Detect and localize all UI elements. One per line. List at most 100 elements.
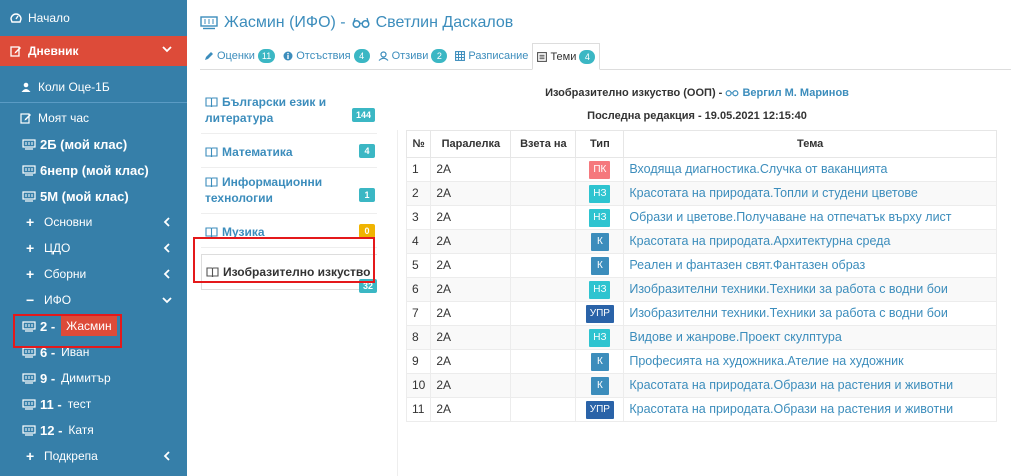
subject-teacher-link[interactable]: Вергил М. Маринов bbox=[742, 87, 848, 99]
dashboard-icon bbox=[10, 12, 28, 24]
sidebar-item-label: Основни bbox=[44, 215, 93, 229]
group-icon bbox=[22, 190, 40, 202]
sidebar-item-home[interactable]: Начало bbox=[0, 0, 187, 36]
row-type: НЗ bbox=[575, 277, 625, 302]
sidebar-item-group-ifo[interactable]: − ИФО bbox=[0, 287, 187, 313]
row-topic[interactable]: Красотата на природата.Образи на растени… bbox=[623, 397, 997, 422]
table-row[interactable]: 10 2А К Красотата на природата.Образи на ра… bbox=[405, 373, 997, 398]
row-type: ПК bbox=[575, 157, 625, 182]
student-number: 9 - bbox=[40, 370, 56, 386]
sidebar-divider bbox=[0, 102, 187, 103]
row-type: НЗ bbox=[575, 181, 625, 206]
subject-item-bulgarian[interactable]: Български език и литература 144 bbox=[201, 88, 377, 134]
row-number: 6 bbox=[405, 277, 432, 302]
sidebar-item-group-combined[interactable]: + Сборни bbox=[0, 261, 187, 287]
row-taken bbox=[510, 229, 577, 254]
book-icon bbox=[205, 147, 218, 158]
teacher-name[interactable]: Светлин Даскалов bbox=[376, 14, 514, 32]
row-class: 2А bbox=[430, 397, 512, 422]
sidebar-student-3[interactable]: 11 - тест bbox=[0, 391, 187, 417]
row-topic[interactable]: Изобразителни техники.Техники за работа … bbox=[623, 277, 997, 302]
sidebar-item-class-2[interactable]: 5М (мой клас) bbox=[0, 183, 187, 209]
table-row[interactable]: 3 2А НЗ Образи и цветове.Получаване на отпе… bbox=[405, 205, 997, 230]
row-topic[interactable]: Красотата на природата.Топли и студени ц… bbox=[623, 181, 997, 206]
sidebar-student-4[interactable]: 12 - Катя bbox=[0, 417, 187, 443]
group-icon bbox=[22, 164, 40, 176]
minus-icon: − bbox=[26, 292, 35, 308]
edit-icon bbox=[10, 45, 28, 57]
column-header-class[interactable]: Паралелка bbox=[430, 130, 512, 158]
row-topic[interactable]: Красотата на природата.Архитектурна сред… bbox=[623, 229, 997, 254]
lesson-type-badge: УПР bbox=[585, 305, 614, 323]
sidebar-item-my-hour[interactable]: Моят час bbox=[0, 105, 187, 131]
column-header-topic[interactable]: Тема bbox=[623, 130, 997, 158]
column-header-type[interactable]: Тип bbox=[575, 130, 625, 158]
table-header-row: № Паралелка Взета на Тип Тема bbox=[405, 130, 997, 158]
student-name: Димитър bbox=[61, 371, 111, 385]
table-row[interactable]: 6 2А НЗ Изобразителни техники.Техники за ра… bbox=[405, 277, 997, 302]
sidebar-item-group-cdo[interactable]: + ЦДО bbox=[0, 235, 187, 261]
table-row[interactable]: 9 2А К Професията на художника.Ателие на ху… bbox=[405, 349, 997, 374]
tab-grades[interactable]: Оценки 11 bbox=[200, 43, 279, 69]
tab-label: Оценки bbox=[217, 50, 255, 62]
row-type: НЗ bbox=[575, 325, 625, 350]
subject-count-badge: 0 bbox=[359, 224, 375, 238]
table-row[interactable]: 4 2А К Красотата на природата.Архитектурна … bbox=[405, 229, 997, 254]
tab-topics[interactable]: Теми 4 bbox=[532, 43, 601, 70]
row-number: 7 bbox=[405, 301, 432, 326]
row-type: К bbox=[575, 229, 625, 254]
row-type: К bbox=[575, 349, 625, 374]
sidebar-item-class[interactable]: Коли Оце-1Б bbox=[0, 74, 187, 100]
row-topic[interactable]: Видове и жанрове.Проект скулптура bbox=[623, 325, 997, 350]
tab-reviews[interactable]: Отзиви 2 bbox=[374, 43, 452, 69]
subject-title: Изобразително изкуство (ООП) - bbox=[545, 87, 723, 99]
glasses-icon bbox=[725, 90, 739, 97]
row-class: 2А bbox=[430, 181, 512, 206]
row-topic[interactable]: Образи и цветове.Получаване на отпечатък… bbox=[623, 205, 997, 230]
table-row[interactable]: 5 2А К Реален и фантазен свят.Фантазен обра… bbox=[405, 253, 997, 278]
tab-schedule[interactable]: Разписание bbox=[451, 43, 532, 69]
sidebar-item-diary[interactable]: Дневник bbox=[0, 36, 187, 66]
sidebar-item-label: 2Б (мой клас) bbox=[40, 136, 128, 152]
tab-absences[interactable]: Отсъствия 4 bbox=[279, 43, 373, 69]
sidebar-item-class-1[interactable]: 6непр (мой клас) bbox=[0, 157, 187, 183]
row-taken bbox=[510, 373, 577, 398]
table-row[interactable]: 2 2А НЗ Красотата на природата.Топли и студ… bbox=[405, 181, 997, 206]
row-topic[interactable]: Професията на художника.Ателие на художн… bbox=[623, 349, 997, 374]
row-type: К bbox=[575, 253, 625, 278]
row-taken bbox=[510, 349, 577, 374]
row-number: 3 bbox=[405, 205, 432, 230]
column-header-number[interactable]: № bbox=[405, 130, 432, 158]
sidebar-item-class-0[interactable]: 2Б (мой клас) bbox=[0, 131, 187, 157]
sidebar-item-group-main[interactable]: + Основни bbox=[0, 209, 187, 235]
tab-count-badge: 11 bbox=[257, 49, 276, 63]
group-icon bbox=[200, 16, 218, 30]
page-title: Жасмин (ИФО) - Светлин Даскалов bbox=[200, 14, 513, 32]
subject-item-math[interactable]: Математика 4 bbox=[201, 134, 377, 168]
sidebar-item-support[interactable]: + Подкрепа bbox=[0, 443, 187, 469]
group-icon bbox=[22, 398, 40, 410]
row-topic[interactable]: Изобразителни техники.Техники за работа … bbox=[623, 301, 997, 326]
subject-item-it[interactable]: Информационни технологии 1 bbox=[201, 168, 377, 214]
column-header-taken[interactable]: Взета на bbox=[510, 130, 577, 158]
row-class: 2А bbox=[430, 253, 512, 278]
row-class: 2А bbox=[430, 301, 512, 326]
row-topic[interactable]: Реален и фантазен свят.Фантазен образ bbox=[623, 253, 997, 278]
sidebar-item-label: 6непр (мой клас) bbox=[40, 162, 149, 178]
glasses-icon bbox=[352, 17, 370, 29]
sidebar-item-label: Коли Оце-1Б bbox=[38, 80, 110, 94]
lesson-type-badge: УПР bbox=[585, 401, 614, 419]
chevron-left-icon bbox=[163, 451, 170, 461]
table-row[interactable]: 7 2А УПР Изобразителни техники.Техники за р… bbox=[405, 301, 997, 326]
row-topic[interactable]: Красотата на природата.Образи на растени… bbox=[623, 373, 997, 398]
group-icon bbox=[22, 138, 40, 150]
lesson-type-badge: К bbox=[590, 353, 609, 371]
table-row[interactable]: 1 2А ПК Входяща диагностика.Случка от вакан… bbox=[405, 157, 997, 182]
table-row[interactable]: 11 2А УПР Красотата на природата.Образи на … bbox=[405, 397, 997, 422]
sidebar-student-2[interactable]: 9 - Димитър bbox=[0, 365, 187, 391]
row-topic[interactable]: Входяща диагностика.Случка от ваканцията bbox=[623, 157, 997, 182]
row-class: 2А bbox=[430, 157, 512, 182]
table-row[interactable]: 8 2А НЗ Видове и жанрове.Проект скулптура bbox=[405, 325, 997, 350]
lesson-type-badge: НЗ bbox=[589, 329, 611, 347]
row-taken bbox=[510, 277, 577, 302]
